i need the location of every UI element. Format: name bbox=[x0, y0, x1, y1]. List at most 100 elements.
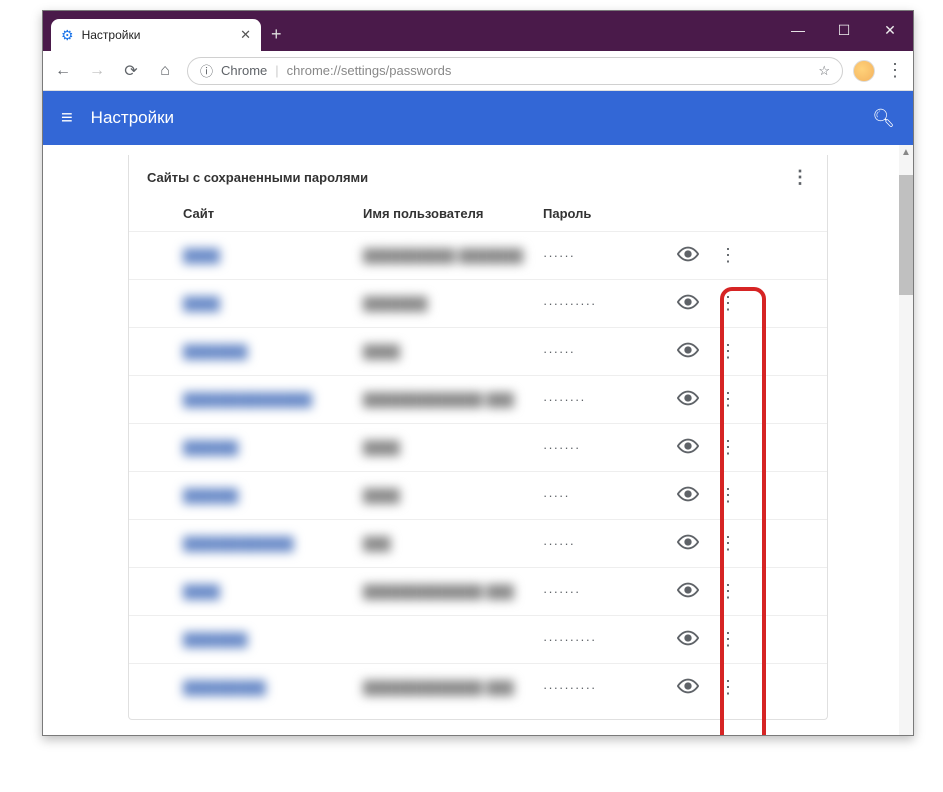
password-cell: ······· bbox=[543, 440, 663, 455]
username-cell: ███ bbox=[363, 536, 543, 551]
row-menu-button[interactable]: ⋮ bbox=[713, 437, 743, 458]
table-row: ██████████·······⋮ bbox=[129, 423, 827, 471]
row-menu-button[interactable]: ⋮ bbox=[713, 533, 743, 554]
search-icon[interactable]: 🔍︎ bbox=[872, 108, 895, 129]
url-bar: ← → ⟳ ⌂ ⓘ Chrome | chrome://settings/pas… bbox=[43, 51, 913, 91]
password-rows: ██████████████ ███████······⋮███████████… bbox=[129, 231, 827, 711]
show-password-button[interactable] bbox=[663, 387, 713, 412]
username-cell: ████ bbox=[363, 344, 543, 359]
omnibox[interactable]: ⓘ Chrome | chrome://settings/passwords ☆ bbox=[187, 57, 843, 85]
url-scheme-label: Chrome bbox=[221, 63, 267, 78]
url-divider: | bbox=[275, 63, 278, 78]
username-cell: █████████████ ███ bbox=[363, 584, 543, 599]
menu-icon[interactable]: ≡ bbox=[61, 107, 73, 130]
maximize-button[interactable]: ☐ bbox=[821, 11, 867, 49]
browser-menu-button[interactable]: ⋮ bbox=[885, 60, 905, 81]
forward-button: → bbox=[85, 62, 109, 80]
settings-header: ≡ Настройки 🔍︎ bbox=[43, 91, 913, 145]
table-header: Сайт Имя пользователя Пароль bbox=[129, 196, 827, 231]
row-menu-button[interactable]: ⋮ bbox=[713, 293, 743, 314]
table-row: █████████████████ ███······· ⋮ bbox=[129, 567, 827, 615]
row-menu-button[interactable]: ⋮ bbox=[713, 581, 743, 602]
titlebar: ⚙ Настройки ✕ + — ☐ ✕ bbox=[43, 11, 913, 51]
password-cell: ······ bbox=[543, 344, 663, 359]
username-cell: █████████████ ███ bbox=[363, 680, 543, 695]
profile-avatar[interactable] bbox=[853, 60, 875, 82]
row-menu-button[interactable]: ⋮ bbox=[713, 389, 743, 410]
app-window: ⚙ Настройки ✕ + — ☐ ✕ ← → ⟳ ⌂ ⓘ Chrome |… bbox=[42, 10, 914, 736]
site-cell[interactable]: █████████ bbox=[183, 680, 363, 695]
site-cell[interactable]: ████ bbox=[183, 584, 363, 599]
row-menu-button[interactable]: ⋮ bbox=[713, 629, 743, 650]
browser-tab[interactable]: ⚙ Настройки ✕ bbox=[51, 19, 261, 51]
table-row: ███████████████······⋮ bbox=[129, 519, 827, 567]
close-window-button[interactable]: ✕ bbox=[867, 11, 913, 49]
window-controls: — ☐ ✕ bbox=[775, 11, 913, 49]
tab-title: Настройки bbox=[82, 28, 141, 42]
password-cell: ········ bbox=[543, 392, 663, 407]
show-password-button[interactable] bbox=[663, 243, 713, 268]
minimize-button[interactable]: — bbox=[775, 11, 821, 49]
url-text: chrome://settings/passwords bbox=[287, 63, 452, 78]
site-cell[interactable]: ████ bbox=[183, 248, 363, 263]
site-cell[interactable]: ██████████████ bbox=[183, 392, 363, 407]
username-cell: █████████████ ███ bbox=[363, 392, 543, 407]
row-menu-button[interactable]: ⋮ bbox=[713, 245, 743, 266]
site-cell[interactable]: ████ bbox=[183, 296, 363, 311]
username-cell: ███████ bbox=[363, 296, 543, 311]
col-header-password: Пароль bbox=[543, 206, 663, 221]
username-cell: ████ bbox=[363, 440, 543, 455]
password-cell: ······ bbox=[543, 248, 663, 263]
card-title: Сайты с сохраненными паролями bbox=[147, 170, 368, 185]
show-password-button[interactable] bbox=[663, 435, 713, 460]
gear-icon: ⚙ bbox=[61, 27, 74, 44]
saved-passwords-card: Сайты с сохраненными паролями ⋮ Сайт Имя… bbox=[128, 155, 828, 720]
show-password-button[interactable] bbox=[663, 627, 713, 652]
site-cell[interactable]: ██████ bbox=[183, 488, 363, 503]
table-row: ███████████··········⋮ bbox=[129, 279, 827, 327]
table-row: ███████ ·········· ⋮ bbox=[129, 615, 827, 663]
table-row: ██████████████████████ ███·········· ⋮ bbox=[129, 663, 827, 711]
close-tab-icon[interactable]: ✕ bbox=[240, 27, 251, 43]
show-password-button[interactable] bbox=[663, 675, 713, 700]
show-password-button[interactable] bbox=[663, 531, 713, 556]
new-tab-button[interactable]: + bbox=[271, 24, 282, 45]
home-button[interactable]: ⌂ bbox=[153, 62, 177, 80]
show-password-button[interactable] bbox=[663, 291, 713, 316]
username-cell bbox=[363, 632, 543, 647]
row-menu-button[interactable]: ⋮ bbox=[713, 341, 743, 362]
reload-button[interactable]: ⟳ bbox=[119, 61, 143, 81]
row-menu-button[interactable]: ⋮ bbox=[713, 485, 743, 506]
username-cell: ████ bbox=[363, 488, 543, 503]
site-cell[interactable]: ███████ bbox=[183, 632, 363, 647]
bookmark-star-icon[interactable]: ☆ bbox=[818, 63, 830, 79]
site-cell[interactable]: ██████ bbox=[183, 440, 363, 455]
col-header-site: Сайт bbox=[183, 206, 363, 221]
username-cell: ██████████ ███████ bbox=[363, 248, 543, 263]
show-password-button[interactable] bbox=[663, 579, 713, 604]
password-cell: ····· bbox=[543, 488, 663, 503]
card-menu-button[interactable]: ⋮ bbox=[791, 167, 809, 188]
site-cell[interactable]: ███████ bbox=[183, 344, 363, 359]
show-password-button[interactable] bbox=[663, 339, 713, 364]
show-password-button[interactable] bbox=[663, 483, 713, 508]
page-title: Настройки bbox=[91, 108, 174, 128]
table-row: ██████████████ ███████······ ⋮ bbox=[129, 231, 827, 279]
scroll-up-arrow[interactable]: ▲ bbox=[900, 147, 912, 159]
table-row: ██████████·····⋮ bbox=[129, 471, 827, 519]
card-header: Сайты с сохраненными паролями ⋮ bbox=[129, 155, 827, 196]
content-area[interactable]: Сайты с сохраненными паролями ⋮ Сайт Имя… bbox=[43, 145, 913, 735]
scrollbar-thumb[interactable] bbox=[899, 175, 913, 295]
row-menu-button[interactable]: ⋮ bbox=[713, 677, 743, 698]
site-info-icon[interactable]: ⓘ bbox=[200, 61, 213, 80]
site-cell[interactable]: ████████████ bbox=[183, 536, 363, 551]
password-cell: ······ bbox=[543, 536, 663, 551]
table-row: ███████████······⋮ bbox=[129, 327, 827, 375]
password-cell: ······· bbox=[543, 584, 663, 599]
table-row: ███████████████████████████ ███········ ⋮ bbox=[129, 375, 827, 423]
back-button[interactable]: ← bbox=[51, 62, 75, 80]
password-cell: ·········· bbox=[543, 680, 663, 695]
password-cell: ·········· bbox=[543, 296, 663, 311]
password-cell: ·········· bbox=[543, 632, 663, 647]
col-header-username: Имя пользователя bbox=[363, 206, 543, 221]
